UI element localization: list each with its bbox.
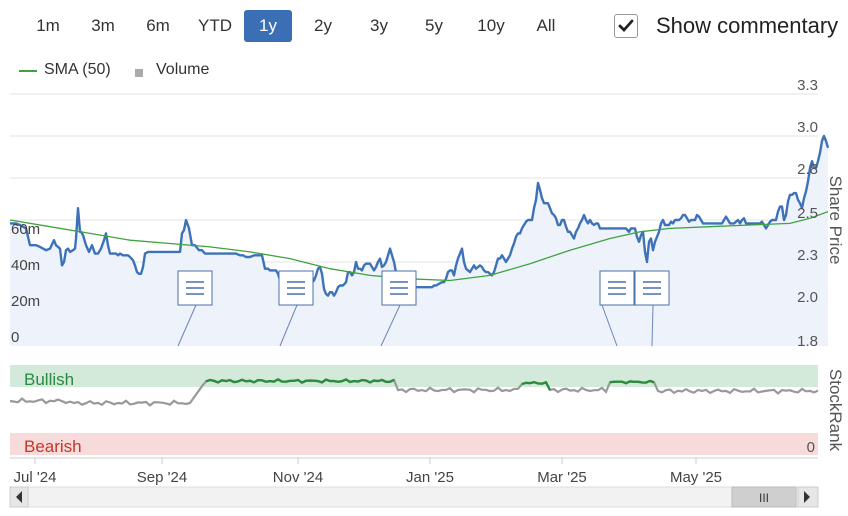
volume-tick-label: 0 xyxy=(11,329,19,346)
price-tick-label: 2.0 xyxy=(797,289,818,306)
navigator-scrollbar[interactable]: III xyxy=(9,486,819,508)
bullish-band xyxy=(10,365,818,387)
bearish-label: Bearish xyxy=(24,437,82,456)
x-tick-label: Nov '24 xyxy=(273,469,323,486)
price-tick-label: 3.3 xyxy=(797,77,818,94)
x-tick-label: Jan '25 xyxy=(406,469,454,486)
share-price-axis-title: Share Price xyxy=(826,176,845,265)
x-tick-label: Sep '24 xyxy=(137,469,187,486)
price-tick-label: 2.8 xyxy=(797,161,818,178)
price-tick-label: 1.8 xyxy=(797,333,818,350)
price-tick-label: 2.5 xyxy=(797,205,818,222)
price-tick-label: 2.3 xyxy=(797,247,818,264)
volume-tick-label: 40m xyxy=(11,257,40,274)
stock-chart: 0 20m 40m 60m 1.8 2.0 2.3 2.5 2.8 3.0 3.3 Share Pri… xyxy=(9,77,845,508)
stockrank-zero-label: 0 xyxy=(807,439,815,456)
volume-tick-label: 60m xyxy=(11,221,40,238)
price-tick-label: 3.0 xyxy=(797,119,818,136)
volume-tick-label: 20m xyxy=(11,293,40,310)
bearish-band xyxy=(10,433,818,455)
x-tick-label: May '25 xyxy=(670,469,722,486)
scrollbar-track xyxy=(9,486,819,508)
scrollbar-grip-icon: III xyxy=(759,491,769,505)
stockrank-axis-title: StockRank xyxy=(826,369,845,452)
x-tick-label: Mar '25 xyxy=(537,469,587,486)
x-tick-label: Jul '24 xyxy=(14,469,57,486)
bullish-label: Bullish xyxy=(24,370,74,389)
